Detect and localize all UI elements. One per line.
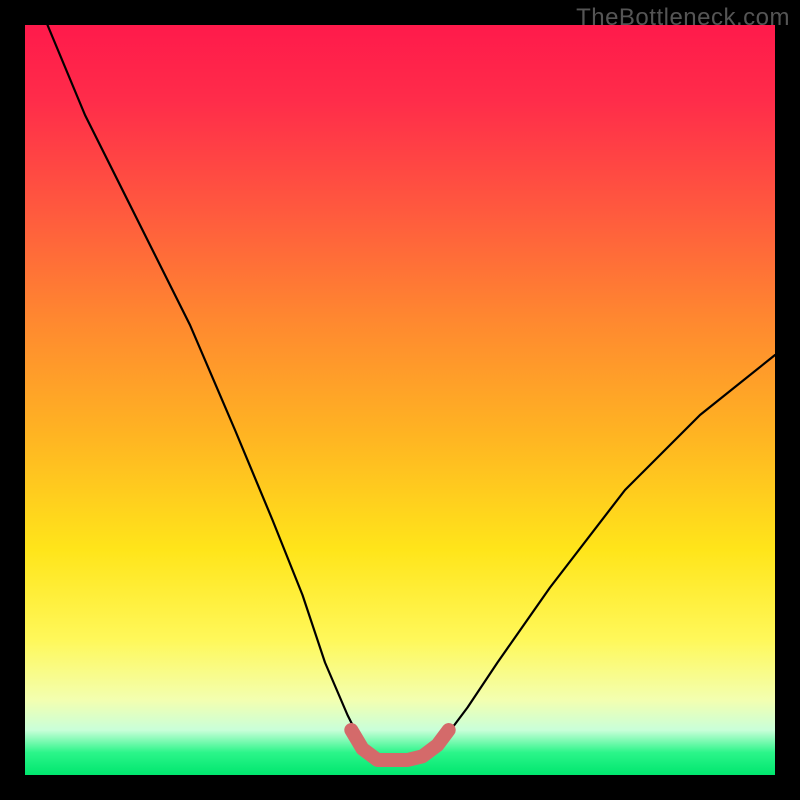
optimal-region: [351, 730, 448, 760]
chart-frame: TheBottleneck.com: [0, 0, 800, 800]
watermark-label: TheBottleneck.com: [576, 4, 790, 32]
plot-area: [25, 25, 775, 775]
bottleneck-curve: [48, 25, 776, 760]
curve-layer: [25, 25, 775, 775]
